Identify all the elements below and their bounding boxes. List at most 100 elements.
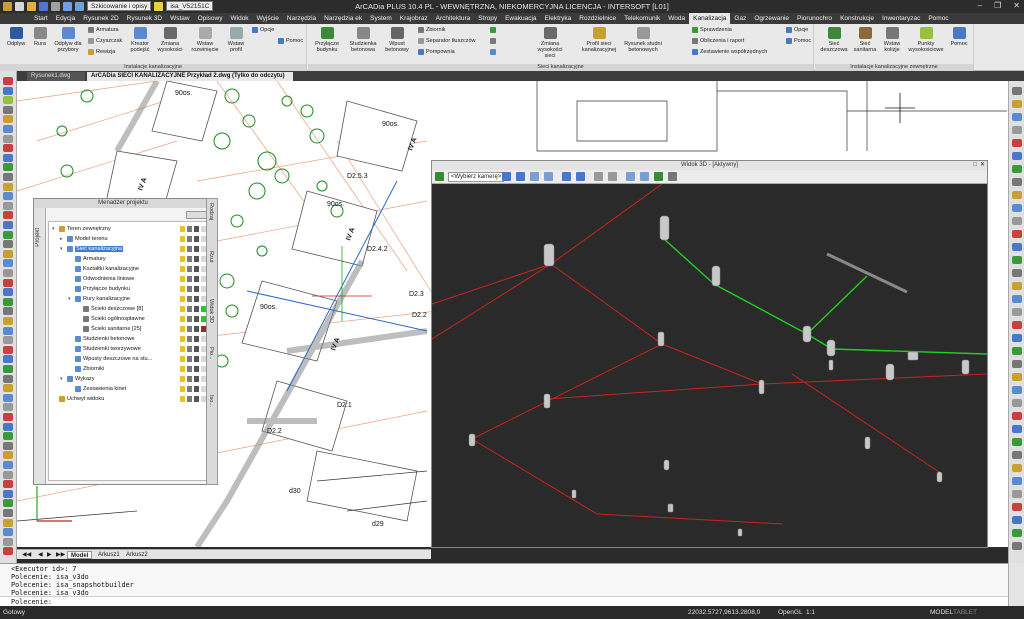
tool-icon[interactable] bbox=[3, 163, 13, 172]
tab-wyj-cie[interactable]: Wyjście bbox=[253, 13, 283, 24]
tool-icon[interactable] bbox=[1012, 334, 1022, 342]
renderer-label[interactable]: OpenGL bbox=[778, 609, 803, 616]
tree-item[interactable]: Zestawienia kinet bbox=[68, 384, 126, 393]
tool-icon[interactable] bbox=[3, 288, 13, 297]
tree-item[interactable]: ▾ Sieć kanalizacyjna bbox=[60, 244, 124, 253]
tool-icon[interactable] bbox=[3, 365, 13, 373]
doc-tab-rysunek1[interactable]: Rysunek1.dwg bbox=[27, 72, 85, 81]
tool-icon[interactable] bbox=[3, 144, 13, 153]
tool-icon[interactable] bbox=[3, 86, 13, 95]
layout-last-icon[interactable]: ▶▶ bbox=[53, 551, 68, 559]
tab-elektryka[interactable]: Elektryka bbox=[541, 13, 576, 24]
tool-icon[interactable] bbox=[3, 249, 13, 258]
pan-icon[interactable] bbox=[576, 172, 585, 181]
tool-icon[interactable] bbox=[1012, 464, 1022, 472]
tool-icon[interactable] bbox=[3, 182, 13, 191]
tree-item[interactable]: Ścieki sanitarne [25] bbox=[76, 324, 141, 333]
tool-icon[interactable] bbox=[3, 480, 13, 489]
wstaw-kolizje-button[interactable]: Wstaw kolizje bbox=[880, 27, 904, 53]
tab-telekomunik[interactable]: Telekomunik bbox=[620, 13, 664, 24]
tab-konstrukcje[interactable]: Konstrukcje bbox=[836, 13, 878, 24]
tree-item[interactable]: Przyłącze budynku bbox=[68, 284, 130, 293]
view-top-icon[interactable] bbox=[530, 172, 539, 181]
tool-edit-button[interactable] bbox=[490, 38, 496, 44]
tool-icon[interactable] bbox=[1012, 139, 1022, 147]
orbit-icon[interactable] bbox=[594, 172, 603, 181]
tool-icon[interactable] bbox=[3, 374, 13, 383]
tool-icon[interactable] bbox=[3, 326, 13, 335]
print-icon[interactable] bbox=[194, 285, 199, 292]
visibility-bulb-icon[interactable] bbox=[180, 285, 185, 292]
tool-icon[interactable] bbox=[1012, 516, 1022, 524]
armatura-button[interactable]: Armatura bbox=[88, 27, 119, 33]
print-icon[interactable] bbox=[194, 395, 199, 402]
zestawienie-button[interactable]: Zestawienie współrzędnych bbox=[692, 49, 767, 55]
tab-rysunek-2d[interactable]: Rysunek 2D bbox=[79, 13, 122, 24]
tool-icon[interactable] bbox=[3, 221, 13, 229]
project-side-tab[interactable]: Projekt bbox=[34, 208, 46, 484]
lock-icon[interactable] bbox=[187, 275, 192, 282]
lock-icon[interactable] bbox=[187, 245, 192, 252]
shade-icon[interactable] bbox=[640, 172, 649, 181]
panel-tab[interactable]: Widok 3D bbox=[208, 299, 214, 323]
tool-icon[interactable] bbox=[3, 355, 13, 364]
tool-misc-button[interactable] bbox=[490, 49, 496, 55]
visibility-bulb-icon[interactable] bbox=[180, 295, 185, 302]
print-icon[interactable] bbox=[194, 355, 199, 362]
tool-icon[interactable] bbox=[3, 499, 13, 508]
tool-icon[interactable] bbox=[3, 307, 13, 316]
tree-item[interactable]: Ścieki deszczowe [8] bbox=[76, 304, 143, 313]
tool-icon[interactable] bbox=[1012, 360, 1022, 368]
print-icon[interactable] bbox=[194, 305, 199, 312]
visibility-bulb-icon[interactable] bbox=[180, 315, 185, 322]
lock-icon[interactable] bbox=[187, 285, 192, 292]
tool-icon[interactable] bbox=[1012, 87, 1022, 95]
lock-icon[interactable] bbox=[187, 345, 192, 352]
lock-icon[interactable] bbox=[187, 385, 192, 392]
lock-icon[interactable] bbox=[187, 365, 192, 372]
tree-item[interactable]: Armatury bbox=[68, 254, 106, 263]
profil-sieci-button[interactable]: Profil sieci kanalizacyjnej bbox=[578, 27, 620, 53]
tool-icon[interactable] bbox=[3, 211, 13, 220]
restore-icon[interactable]: □ bbox=[973, 161, 977, 170]
rewizja-button[interactable]: Rewizja bbox=[88, 49, 115, 55]
tool-icon[interactable] bbox=[1012, 399, 1022, 407]
print-icon[interactable] bbox=[194, 255, 199, 262]
czyszczak-button[interactable]: Czyszczak bbox=[88, 38, 122, 44]
print-icon[interactable] bbox=[194, 235, 199, 242]
command-input[interactable]: Polecenie: bbox=[0, 596, 1008, 606]
studzienka-button[interactable]: Studzienka betonowa bbox=[346, 27, 380, 53]
tab-model[interactable]: Model bbox=[67, 551, 93, 559]
tool-icon[interactable] bbox=[1012, 295, 1022, 303]
tool-icon[interactable] bbox=[3, 393, 13, 402]
odplyw-przybory-button[interactable]: Odpływ dla przybory bbox=[51, 27, 85, 53]
print-icon[interactable] bbox=[194, 295, 199, 302]
tool-icon[interactable] bbox=[3, 384, 13, 393]
lock-icon[interactable] bbox=[187, 265, 192, 272]
lock-icon[interactable] bbox=[187, 235, 192, 242]
tab-ogrzewanie[interactable]: Ogrzewanie bbox=[750, 13, 793, 24]
kreator-button[interactable]: Kreator podejść bbox=[126, 27, 154, 53]
tool-icon[interactable] bbox=[1012, 386, 1022, 394]
tool-icon[interactable] bbox=[1012, 126, 1022, 134]
tool-icon[interactable] bbox=[1012, 113, 1022, 121]
tool-icon[interactable] bbox=[3, 413, 13, 421]
expand-toggle-icon[interactable]: ▾ bbox=[60, 246, 65, 252]
tab-piorunochro[interactable]: Piorunochro bbox=[793, 13, 836, 24]
przylacze-button[interactable]: Przyłącze budynku bbox=[312, 27, 342, 53]
tree-item[interactable]: Uchwyt widoku bbox=[52, 394, 104, 403]
tool-icon[interactable] bbox=[3, 509, 13, 517]
tool-icon[interactable] bbox=[1012, 438, 1022, 446]
lock-icon[interactable] bbox=[187, 325, 192, 332]
tool-icon[interactable] bbox=[1012, 165, 1022, 173]
camera-icon[interactable] bbox=[435, 172, 444, 181]
tool-icon[interactable] bbox=[3, 125, 13, 133]
tab-wstaw[interactable]: Wstaw bbox=[166, 13, 194, 24]
tool-icon[interactable] bbox=[3, 259, 13, 268]
visibility-bulb-icon[interactable] bbox=[180, 275, 185, 282]
tab-arkusz2[interactable]: Arkusz2 bbox=[123, 551, 151, 559]
tree-item[interactable]: ▸ Model terenu bbox=[60, 234, 108, 243]
tab-stropy[interactable]: Stropy bbox=[474, 13, 501, 24]
tree-item[interactable]: ▾ Teren zewnętrzny bbox=[52, 224, 111, 233]
tab-edycja[interactable]: Edycja bbox=[52, 13, 80, 24]
